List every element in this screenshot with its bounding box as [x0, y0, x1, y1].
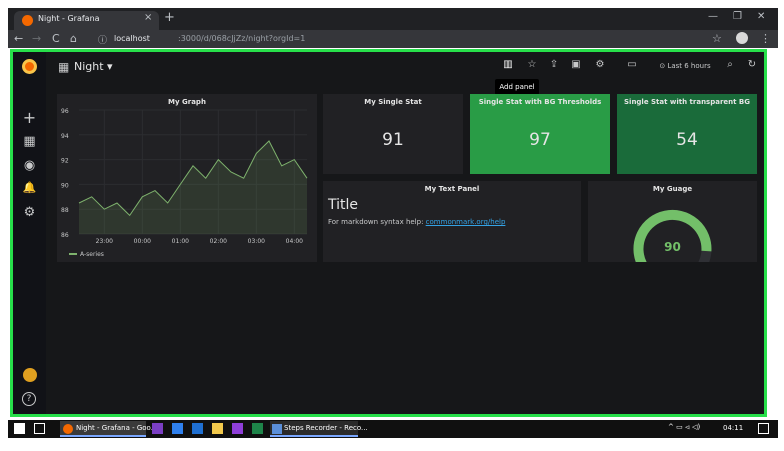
panel-title: Single Stat with BG Thresholds: [478, 98, 602, 106]
text-panel[interactable]: My Text Panel Title For markdown syntax …: [323, 181, 581, 262]
reload-button[interactable]: C: [52, 32, 60, 45]
x-tick-label: 01:00: [172, 238, 189, 245]
zoom-out-button[interactable]: ⌕: [722, 59, 738, 74]
vscode-icon[interactable]: [172, 423, 183, 434]
task-view-icon[interactable]: [34, 423, 45, 434]
dashboard-settings-button[interactable]: ⚙: [592, 59, 608, 74]
new-tab-button[interactable]: +: [164, 10, 175, 25]
panel-title: My Single Stat: [364, 98, 422, 106]
browser-tab-bar: Night - Grafana × + — ❐ ✕: [8, 8, 778, 30]
y-tick-label: 90: [61, 182, 69, 189]
browser-tab[interactable]: Night - Grafana ×: [14, 11, 159, 30]
file-explorer-icon[interactable]: [212, 423, 223, 434]
grafana-app: + ▦ ◉ 🔔 ⚙ ? ▦ Night ▾ ▥ ☆ ⇪ ▣ ⚙ ▭ ⊙ Last…: [10, 49, 767, 417]
app-icon[interactable]: [192, 423, 203, 434]
save-dashboard-button[interactable]: ▣: [568, 59, 584, 74]
steps-recorder-icon: [272, 424, 282, 434]
stat-value: 54: [676, 130, 698, 150]
browser-menu-icon[interactable]: ⋮: [760, 32, 771, 45]
graph-chart: 96 94 92 90 88 86 23:00 00:00 01:00 02:00 03:00 04:…: [61, 108, 308, 258]
user-avatar[interactable]: [23, 368, 37, 382]
single-stat-panel[interactable]: My Single Stat 91: [323, 94, 463, 174]
explore-icon[interactable]: ◉: [13, 158, 46, 173]
gauge-value: 90: [664, 240, 681, 254]
side-menu: + ▦ ◉ 🔔 ⚙ ?: [13, 52, 46, 414]
series-area: [79, 141, 307, 234]
windows-start-icon[interactable]: [14, 423, 25, 434]
site-info-icon[interactable]: ⓘ: [98, 33, 107, 46]
create-icon[interactable]: +: [13, 108, 46, 127]
x-tick-label: 03:00: [248, 238, 265, 245]
notifications-icon[interactable]: [758, 423, 769, 434]
stat-value: 97: [529, 130, 551, 150]
browser-address-bar: ← → C ⌂ ⓘ localhost :3000/d/068cJjZz/nig…: [8, 30, 778, 48]
app-icon[interactable]: [232, 423, 243, 434]
panel-title: My Text Panel: [424, 185, 480, 193]
windows-taskbar: Night - Grafana - Goo... Steps Recorder …: [8, 420, 778, 438]
dashboards-icon[interactable]: ▦: [13, 134, 46, 149]
add-panel-button[interactable]: ▥: [500, 59, 516, 74]
single-stat-bg-panel[interactable]: Single Stat with BG Thresholds 97: [470, 94, 610, 174]
taskbar-task-label: Night - Grafana - Goo...: [76, 424, 158, 432]
y-tick-label: 86: [61, 232, 69, 239]
configuration-icon[interactable]: ⚙: [13, 205, 46, 220]
panel-title: Single Stat with transparent BG: [624, 98, 750, 106]
y-tick-label: 96: [61, 108, 69, 115]
screen: Night - Grafana × + — ❐ ✕ ← → C ⌂ ⓘ loca…: [0, 0, 784, 451]
single-stat-transparent-panel[interactable]: Single Stat with transparent BG 54: [617, 94, 757, 174]
stat-value: 91: [382, 130, 404, 150]
system-tray[interactable]: ^ ▭ ⏿ ◁): [668, 423, 700, 432]
star-dashboard-button[interactable]: ☆: [524, 59, 540, 74]
commonmark-link[interactable]: commonmark.org/help: [426, 218, 506, 226]
x-tick-label: 23:00: [96, 238, 113, 245]
alerting-icon[interactable]: 🔔: [13, 181, 46, 194]
bookmark-star-icon[interactable]: ☆: [712, 32, 722, 45]
y-tick-label: 88: [61, 207, 69, 214]
text-body-label: For markdown syntax help:: [328, 218, 424, 226]
y-tick-label: 94: [61, 133, 69, 140]
url-field[interactable]: ⓘ localhost :3000/d/068cJjZz/night?orgId…: [98, 33, 698, 46]
help-icon[interactable]: ?: [22, 392, 36, 406]
refresh-button[interactable]: ↻: [744, 59, 760, 74]
restore-window-button[interactable]: ❐: [733, 11, 742, 22]
taskbar-steps-recorder-task[interactable]: Steps Recorder - Reco...: [270, 421, 368, 437]
taskbar-task-label: Steps Recorder - Reco...: [284, 424, 368, 432]
graph-panel[interactable]: My Graph 96 94 92 90 88 86 23:00 00:00 01:00 02:0…: [57, 94, 317, 262]
chrome-icon: [63, 424, 73, 434]
back-button[interactable]: ←: [14, 32, 23, 45]
dashboard-grid-icon: ▦: [58, 60, 70, 74]
minimize-window-button[interactable]: —: [708, 11, 718, 22]
close-tab-icon[interactable]: ×: [144, 12, 152, 23]
taskbar-chrome-task[interactable]: Night - Grafana - Goo...: [60, 421, 157, 437]
dashboard-navbar: ▦ Night ▾ ▥ ☆ ⇪ ▣ ⚙ ▭ ⊙ Last 6 hours ⌕ ↻…: [46, 52, 767, 95]
forward-button[interactable]: →: [32, 32, 41, 45]
add-panel-tooltip: Add panel: [495, 79, 539, 95]
legend-label: A-series: [80, 251, 104, 258]
tab-title: Night - Grafana: [38, 14, 100, 23]
x-tick-label: 00:00: [134, 238, 151, 245]
taskbar-clock[interactable]: 04:11: [723, 424, 743, 432]
text-body: For markdown syntax help: commonmark.org…: [328, 218, 505, 226]
url-host: localhost: [114, 34, 150, 43]
grafana-logo-icon[interactable]: [22, 59, 37, 74]
time-range-picker[interactable]: ⊙ Last 6 hours: [652, 58, 718, 74]
y-tick-label: 92: [61, 158, 69, 165]
excel-icon[interactable]: [252, 423, 263, 434]
dashboard-title[interactable]: Night ▾: [74, 60, 113, 73]
grafana-favicon-icon: [22, 15, 33, 26]
gauge-panel[interactable]: My Guage 90: [588, 181, 757, 262]
gauge-fill: [633, 209, 712, 262]
x-tick-label: 02:00: [210, 238, 227, 245]
url-path: :3000/d/068cJjZz/night?orgId=1: [178, 34, 306, 43]
close-window-button[interactable]: ✕: [757, 11, 765, 22]
x-tick-label: 04:00: [286, 238, 303, 245]
share-dashboard-button[interactable]: ⇪: [546, 59, 562, 74]
text-heading: Title: [328, 197, 359, 213]
home-button[interactable]: ⌂: [70, 32, 77, 45]
onenote-icon[interactable]: [152, 423, 163, 434]
tv-mode-button[interactable]: ▭: [624, 59, 640, 74]
profile-avatar-icon[interactable]: [736, 32, 748, 44]
